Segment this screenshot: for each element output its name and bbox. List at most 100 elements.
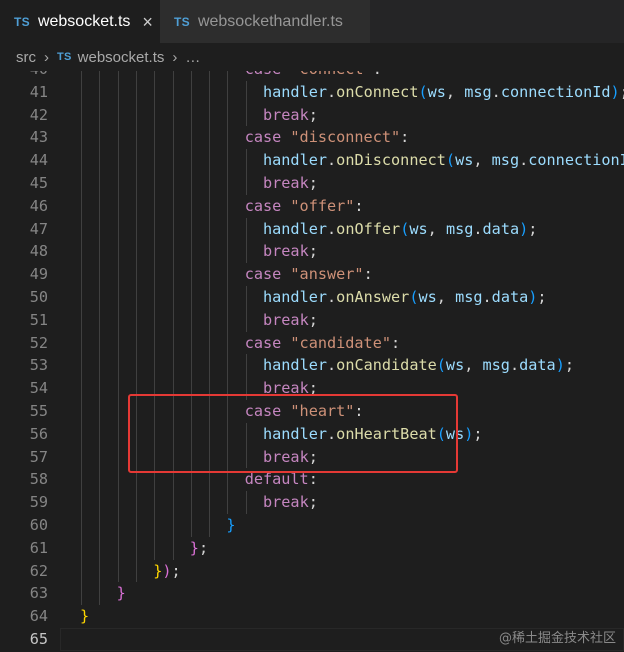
code-text: case "candidate": (245, 332, 400, 355)
indent-guide (172, 331, 174, 355)
indent-guide (190, 468, 192, 492)
code-line[interactable]: 51 break; (0, 308, 624, 332)
code-token: onDisconnect (336, 151, 446, 170)
breadcrumb-file[interactable]: websocket.ts (78, 49, 165, 66)
indent-guide (117, 217, 119, 241)
code-line[interactable]: 57 break; (0, 445, 624, 469)
indent-guide (154, 468, 156, 492)
code-token: ws (445, 356, 465, 375)
code-line[interactable]: 62}); (0, 559, 624, 583)
code-text: handler.onCandidate(ws, msg.data); (263, 354, 574, 377)
indent-guide (209, 514, 211, 537)
indent-guide (81, 71, 82, 81)
code-token: handler (263, 356, 328, 375)
code-line[interactable]: 48 break; (0, 240, 624, 264)
tab-label: websocket.ts (37, 12, 131, 30)
code-line[interactable]: 44 handler.onDisconnect(ws, msg.connectio… (0, 149, 624, 172)
line-number: 42 (29, 105, 48, 124)
indent-guide (154, 422, 156, 446)
indent-guide (135, 126, 137, 150)
code-text: break; (263, 491, 318, 514)
indent-guide (135, 536, 137, 560)
indent-guide (227, 400, 229, 423)
indent-guide (117, 263, 119, 286)
indent-guide (135, 217, 137, 241)
code-token: } (116, 584, 126, 603)
code-line[interactable]: 43 case "disconnect": (0, 126, 624, 150)
indent-guide (209, 308, 211, 332)
indent-guide (227, 240, 229, 264)
code-line[interactable]: 55 case "heart": (0, 400, 624, 423)
indent-guide (81, 149, 82, 172)
code-line[interactable]: 42 break; (0, 103, 624, 127)
code-line[interactable]: 64} (0, 605, 624, 628)
code-line[interactable]: 61}; (0, 536, 624, 560)
indent-guide (154, 354, 156, 378)
code-line[interactable]: 63} (0, 582, 624, 606)
indent-guide (99, 331, 101, 355)
code-line[interactable]: 47 handler.onOffer(ws, msg.data); (0, 217, 624, 241)
code-line[interactable]: 41 handler.onConnect(ws, msg.connectionId… (0, 80, 624, 104)
indent-guide (209, 491, 211, 514)
indent-guide (172, 514, 174, 537)
code-line[interactable]: 40 case "connect": (0, 71, 624, 81)
code-line[interactable]: 45 break; (0, 172, 624, 195)
indent-guide (81, 422, 82, 446)
indent-guide (99, 445, 101, 469)
indent-guide (117, 354, 119, 378)
code-line[interactable]: 58 default: (0, 468, 624, 492)
line-number: 49 (29, 265, 48, 284)
code-token: onAnswer (336, 288, 410, 306)
code-text: case "offer": (245, 195, 364, 218)
indent-guide (172, 217, 174, 241)
indent-guide (190, 491, 192, 514)
indent-guide (227, 217, 229, 241)
line-number: 50 (29, 288, 48, 306)
code-token: onCandidate (336, 356, 437, 375)
indent-guide (135, 263, 137, 286)
indent-guide (135, 80, 137, 104)
tab-websocket-ts[interactable]: TS websocket.ts × (0, 0, 160, 43)
indent-guide (245, 103, 247, 127)
indent-guide (154, 172, 156, 195)
typescript-file-icon: TS (57, 51, 72, 63)
indent-guide (227, 468, 229, 492)
code-token: , (445, 82, 465, 101)
indent-guide (245, 217, 247, 241)
code-token: ) (610, 82, 620, 101)
code-token: data (482, 219, 520, 238)
code-line[interactable]: 49 case "answer": (0, 263, 624, 286)
code-text: break; (263, 309, 318, 332)
indent-guide (209, 217, 211, 241)
code-token: break (263, 105, 309, 124)
line-number: 46 (29, 196, 48, 215)
line-number: 63 (29, 584, 48, 603)
indent-guide (227, 263, 229, 286)
indent-guide (135, 377, 137, 400)
typescript-file-icon: TS (14, 14, 30, 29)
line-number: 43 (29, 128, 48, 147)
code-token: : (391, 333, 401, 352)
code-line[interactable]: 50 handler.onAnswer(ws, msg.data); (0, 286, 624, 309)
code-line[interactable]: 52 case "candidate": (0, 331, 624, 355)
code-line[interactable]: 59 break; (0, 491, 624, 514)
breadcrumb-folder[interactable]: src (16, 49, 36, 66)
line-number: 53 (29, 356, 48, 375)
close-icon[interactable]: × (142, 13, 153, 31)
code-token: ws (427, 82, 446, 101)
indent-guide (190, 217, 192, 241)
indent-guide (117, 80, 119, 104)
breadcrumb-symbol[interactable]: … (185, 49, 200, 66)
line-number: 60 (29, 516, 48, 534)
indent-guide (81, 194, 82, 218)
indent-guide (190, 71, 192, 81)
code-line[interactable]: 46 case "offer": (0, 194, 624, 218)
code-token: , (473, 151, 492, 170)
code-line[interactable]: 60} (0, 514, 624, 537)
code-editor[interactable]: 40case "connect":41handler.onConnect(ws,… (0, 71, 624, 652)
code-line[interactable]: 53 handler.onCandidate(ws, msg.data); (0, 354, 624, 378)
indent-guide (154, 194, 156, 218)
code-line[interactable]: 56 handler.onHeartBeat(ws); (0, 422, 624, 446)
tab-websockethandler-ts[interactable]: TS websockethandler.ts (160, 0, 370, 43)
code-line[interactable]: 54 break; (0, 377, 624, 400)
